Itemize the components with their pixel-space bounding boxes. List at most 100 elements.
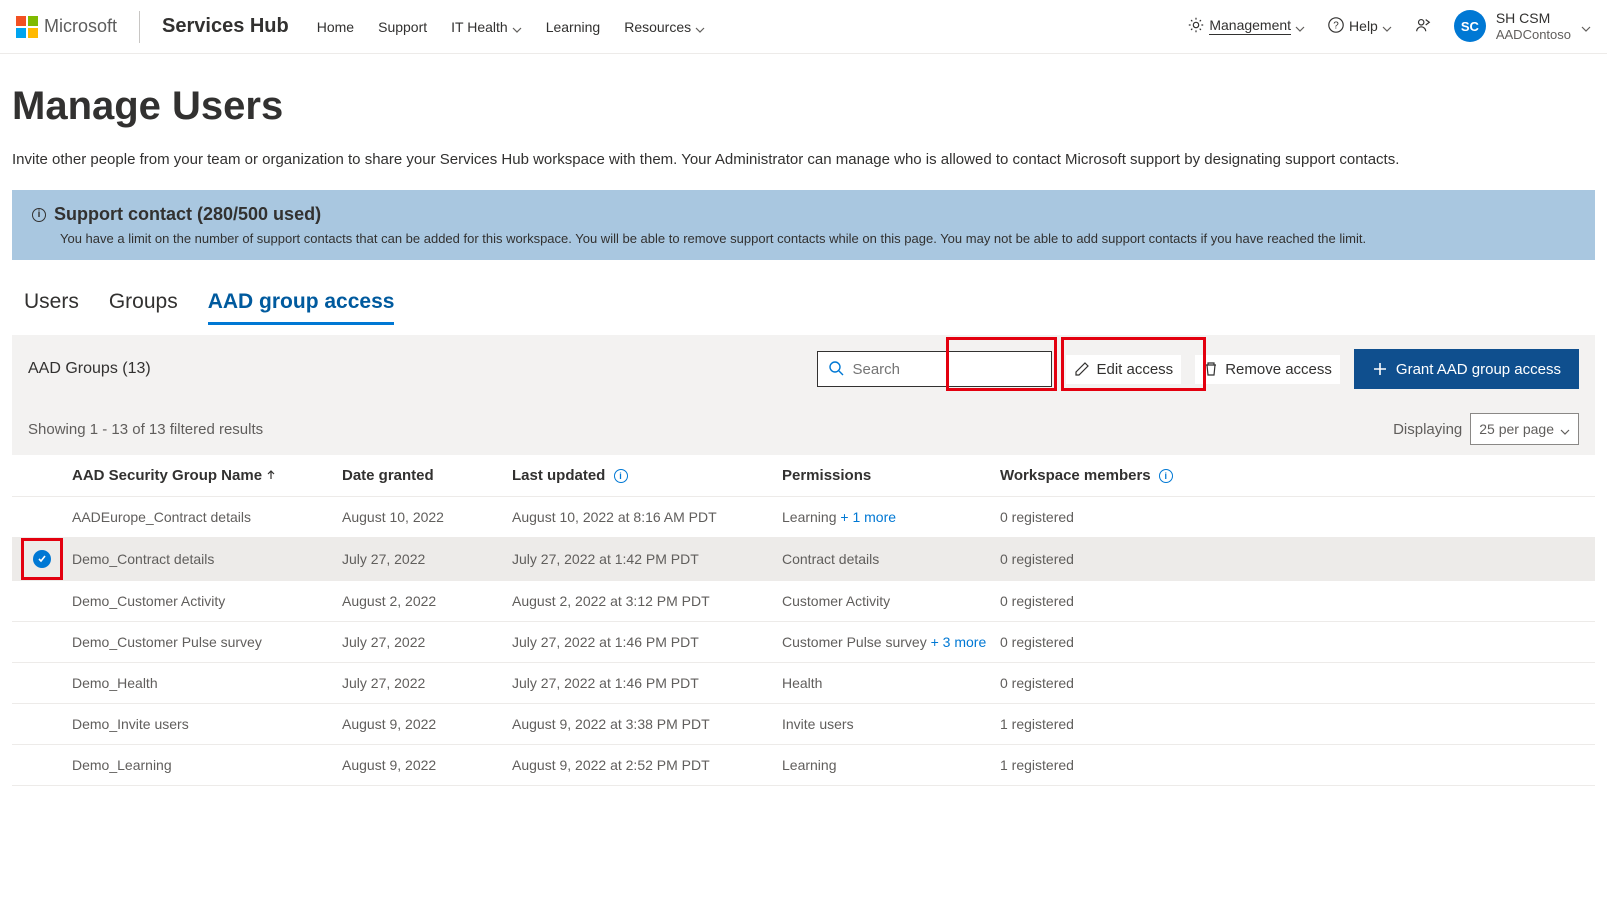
nav-home[interactable]: Home — [317, 19, 354, 35]
chevron-down-icon — [512, 22, 522, 32]
edit-access-button[interactable]: Edit access — [1066, 355, 1181, 384]
cell-date-granted: August 9, 2022 — [342, 757, 512, 773]
nav-help-label: Help — [1349, 18, 1378, 34]
cell-members: 0 registered — [1000, 551, 1220, 567]
per-page-select[interactable]: 25 per page — [1470, 413, 1579, 445]
col-members[interactable]: Workspace members i — [1000, 467, 1220, 484]
nav-it-health-label: IT Health — [451, 19, 508, 35]
user-name: SH CSM — [1496, 10, 1571, 27]
chevron-down-icon — [695, 22, 705, 32]
cell-date-granted: August 10, 2022 — [342, 509, 512, 525]
more-permissions-link[interactable]: + 3 more — [931, 634, 987, 650]
ms-logo[interactable]: Microsoft — [16, 11, 140, 43]
table-header: AAD Security Group Name Date granted Las… — [12, 455, 1595, 497]
plus-icon — [1372, 361, 1388, 377]
pencil-icon — [1074, 361, 1090, 377]
table-row[interactable]: AADEurope_Contract detailsAugust 10, 202… — [12, 497, 1595, 538]
support-contact-banner: i Support contact (280/500 used) You hav… — [12, 190, 1595, 260]
cell-members: 0 registered — [1000, 634, 1220, 650]
cell-name: Demo_Customer Pulse survey — [72, 634, 342, 650]
top-nav: Microsoft Services Hub Home Support IT H… — [0, 0, 1607, 54]
cell-date-granted: July 27, 2022 — [342, 675, 512, 691]
table-row[interactable]: Demo_LearningAugust 9, 2022August 9, 202… — [12, 745, 1595, 786]
col-name[interactable]: AAD Security Group Name — [72, 467, 342, 484]
groups-table: AAD Security Group Name Date granted Las… — [12, 455, 1595, 786]
col-permissions[interactable]: Permissions — [782, 467, 1000, 484]
cell-permissions: Customer Activity — [782, 593, 1000, 609]
edit-access-label: Edit access — [1096, 361, 1173, 378]
cell-last-updated: August 2, 2022 at 3:12 PM PDT — [512, 593, 782, 609]
search-input[interactable] — [852, 361, 1051, 378]
cell-members: 1 registered — [1000, 757, 1220, 773]
cell-permissions: Learning + 1 more — [782, 509, 1000, 525]
cell-last-updated: August 10, 2022 at 8:16 AM PDT — [512, 509, 782, 525]
nav-resources[interactable]: Resources — [624, 19, 705, 35]
table-row[interactable]: Demo_Contract detailsJuly 27, 2022July 2… — [12, 538, 1595, 581]
cell-last-updated: August 9, 2022 at 3:38 PM PDT — [512, 716, 782, 732]
chevron-down-icon — [1295, 21, 1305, 31]
cell-date-granted: July 27, 2022 — [342, 634, 512, 650]
displaying-label: Displaying — [1393, 421, 1462, 438]
toolbar: AAD Groups (13) Edit access Remove acces… — [12, 335, 1595, 403]
cell-permissions: Health — [782, 675, 1000, 691]
sort-asc-icon — [266, 467, 276, 484]
cell-name: AADEurope_Contract details — [72, 509, 342, 525]
cell-members: 0 registered — [1000, 675, 1220, 691]
col-last-updated[interactable]: Last updated i — [512, 467, 782, 484]
feedback-icon[interactable] — [1414, 16, 1432, 37]
nav-management[interactable]: Management — [1187, 16, 1305, 37]
cell-members: 0 registered — [1000, 509, 1220, 525]
nav-management-label: Management — [1209, 17, 1291, 35]
gear-icon — [1187, 16, 1205, 37]
cell-members: 0 registered — [1000, 593, 1220, 609]
app-title[interactable]: Services Hub — [162, 15, 289, 38]
cell-members: 1 registered — [1000, 716, 1220, 732]
table-row[interactable]: Demo_Customer ActivityAugust 2, 2022Augu… — [12, 581, 1595, 622]
chevron-down-icon — [1581, 21, 1591, 31]
search-box[interactable] — [817, 351, 1052, 387]
svg-text:?: ? — [1333, 21, 1339, 32]
page-title: Manage Users — [12, 84, 1595, 129]
nav-it-health[interactable]: IT Health — [451, 19, 522, 35]
table-row[interactable]: Demo_HealthJuly 27, 2022July 27, 2022 at… — [12, 663, 1595, 704]
nav-learning[interactable]: Learning — [546, 19, 601, 35]
tab-users[interactable]: Users — [24, 286, 79, 325]
nav-help[interactable]: ? Help — [1327, 16, 1392, 37]
cell-permissions: Customer Pulse survey + 3 more — [782, 634, 1000, 650]
grant-access-button[interactable]: Grant AAD group access — [1354, 349, 1579, 389]
remove-access-button[interactable]: Remove access — [1195, 355, 1340, 384]
cell-last-updated: August 9, 2022 at 2:52 PM PDT — [512, 757, 782, 773]
user-names: SH CSM AADContoso — [1496, 10, 1571, 42]
nav-links: Home Support IT Health Learning Resource… — [317, 19, 705, 35]
cell-permissions: Invite users — [782, 716, 1000, 732]
row-select-cell[interactable] — [12, 550, 72, 568]
ms-logo-text: Microsoft — [44, 16, 117, 37]
per-page-value: 25 per page — [1479, 421, 1554, 437]
cell-last-updated: July 27, 2022 at 1:42 PM PDT — [512, 551, 782, 567]
cell-permissions: Learning — [782, 757, 1000, 773]
banner-title: Support contact (280/500 used) — [54, 204, 321, 225]
cell-permissions: Contract details — [782, 551, 1000, 567]
table-row[interactable]: Demo_Invite usersAugust 9, 2022August 9,… — [12, 704, 1595, 745]
user-org: AADContoso — [1496, 27, 1571, 43]
tab-aad-group-access[interactable]: AAD group access — [208, 286, 395, 325]
info-icon[interactable]: i — [1159, 469, 1173, 483]
chevron-down-icon — [1382, 21, 1392, 31]
remove-access-label: Remove access — [1225, 361, 1332, 378]
col-date-granted[interactable]: Date granted — [342, 467, 512, 484]
banner-desc: You have a limit on the number of suppor… — [32, 231, 1575, 246]
tab-groups[interactable]: Groups — [109, 286, 178, 325]
cell-date-granted: July 27, 2022 — [342, 551, 512, 567]
avatar: SC — [1454, 10, 1486, 42]
help-icon: ? — [1327, 16, 1345, 37]
user-menu[interactable]: SC SH CSM AADContoso — [1454, 10, 1591, 42]
results-bar: Showing 1 - 13 of 13 filtered results Di… — [12, 403, 1595, 455]
nav-support[interactable]: Support — [378, 19, 427, 35]
cell-name: Demo_Health — [72, 675, 342, 691]
table-row[interactable]: Demo_Customer Pulse surveyJuly 27, 2022J… — [12, 622, 1595, 663]
group-count: AAD Groups (13) — [28, 360, 151, 378]
more-permissions-link[interactable]: + 1 more — [840, 509, 896, 525]
cell-last-updated: July 27, 2022 at 1:46 PM PDT — [512, 675, 782, 691]
info-icon[interactable]: i — [614, 469, 628, 483]
cell-name: Demo_Customer Activity — [72, 593, 342, 609]
